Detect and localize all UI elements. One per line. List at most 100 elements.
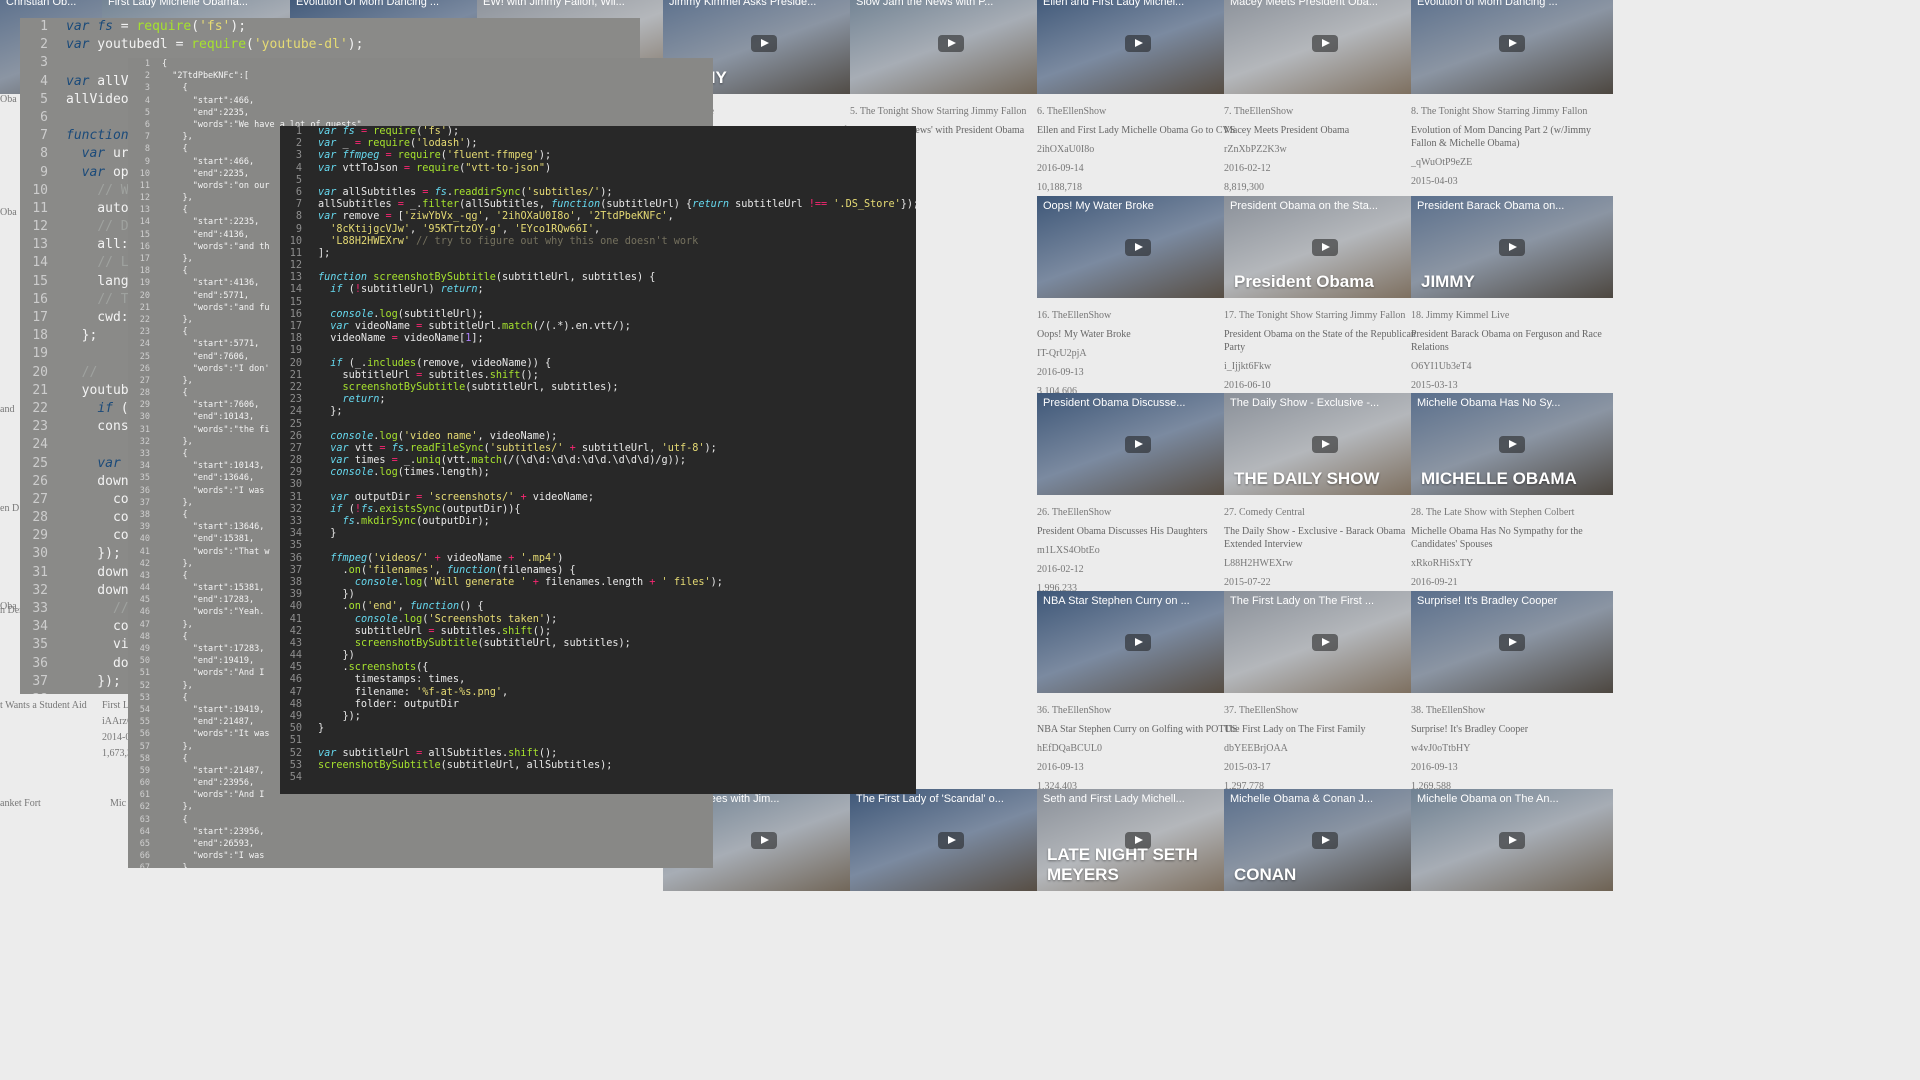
play-icon[interactable] [1312, 832, 1338, 849]
play-icon[interactable] [751, 832, 777, 849]
play-icon[interactable] [1499, 239, 1525, 256]
code-line[interactable]: 54 [280, 772, 916, 784]
code-line[interactable]: 37 .on('filenames', function(filenames) … [280, 565, 916, 577]
code-line[interactable]: 11]; [280, 248, 916, 260]
video-card[interactable]: President Obama on the Sta... President O… [1224, 196, 1426, 417]
video-thumbnail[interactable]: Michelle Obama on The An... [1411, 789, 1613, 891]
code-line[interactable]: 44 }) [280, 650, 916, 662]
video-card[interactable]: Macey Meets President Oba... 7. TheEllenS… [1224, 0, 1426, 200]
code-line[interactable]: 66 "words":"I was [128, 850, 713, 862]
code-line[interactable]: 2 "2TtdPbeKNFc":[ [128, 70, 713, 82]
code-line[interactable]: 64 "start":23956, [128, 826, 713, 838]
code-line[interactable]: 5 "end":2235, [128, 107, 713, 119]
code-line[interactable]: 3 var ffmpeg = require('fluent-ffmpeg'); [280, 150, 916, 162]
code-line[interactable]: 32 if (!fs.existsSync(outputDir)){ [280, 504, 916, 516]
play-icon[interactable] [938, 832, 964, 849]
code-line[interactable]: 34 } [280, 528, 916, 540]
code-line[interactable]: 43 screenshotBySubtitle(subtitleUrl, sub… [280, 638, 916, 650]
code-line[interactable]: 50} [280, 723, 916, 735]
code-line[interactable]: 4 "start":466, [128, 95, 713, 107]
code-line[interactable]: 46 timestamps: times, [280, 674, 916, 686]
code-line[interactable]: 51 [280, 735, 916, 747]
code-line[interactable]: 21 subtitleUrl = subtitles.shift(); [280, 370, 916, 382]
code-line[interactable]: 65 "end":26593, [128, 838, 713, 850]
code-line[interactable]: 24 }; [280, 406, 916, 418]
video-thumbnail[interactable]: Seth and First Lady Michell... LATE NIGHT… [1037, 789, 1239, 891]
code-line[interactable]: 33 fs.mkdirSync(outputDir); [280, 516, 916, 528]
play-icon[interactable] [1125, 436, 1151, 453]
video-card[interactable]: The First Lady of 'Scandal' o... [850, 789, 1052, 902]
code-line[interactable]: 42 subtitleUrl = subtitles.shift(); [280, 626, 916, 638]
video-thumbnail[interactable]: Evolution of Mom Dancing ... [1411, 0, 1613, 94]
code-line[interactable]: 1{ [128, 58, 713, 70]
play-icon[interactable] [938, 35, 964, 52]
video-card[interactable]: Michelle Obama on The An... [1411, 789, 1613, 902]
video-thumbnail[interactable]: The First Lady of 'Scandal' o... [850, 789, 1052, 891]
code-line[interactable]: 40 .on('end', function() { [280, 601, 916, 613]
play-icon[interactable] [1499, 634, 1525, 651]
code-line[interactable]: 16 console.log(subtitleUrl); [280, 309, 916, 321]
video-card[interactable]: President Barack Obama on... JIMMY 18. Jim… [1411, 196, 1613, 417]
video-thumbnail[interactable]: The First Lady on The First ... [1224, 591, 1426, 693]
video-thumbnail[interactable]: Slow Jam the News with P... [850, 0, 1052, 94]
code-line[interactable]: 9 '8cKtijgcVJw', '95KTrtzOY-g', 'EYco1RQ… [280, 224, 916, 236]
play-icon[interactable] [1125, 239, 1151, 256]
code-line[interactable]: 30 [280, 479, 916, 491]
code-line[interactable]: 26 console.log('video name', videoName); [280, 431, 916, 443]
code-line[interactable]: 39 }) [280, 589, 916, 601]
play-icon[interactable] [1312, 436, 1338, 453]
code-line[interactable]: 1 var fs = require('fs'); [280, 126, 916, 138]
play-icon[interactable] [1125, 35, 1151, 52]
video-thumbnail[interactable]: The Daily Show - Exclusive -... THE DAILY… [1224, 393, 1426, 495]
video-thumbnail[interactable]: Michelle Obama Has No Sy... MICHELLE OBAM… [1411, 393, 1613, 495]
video-card[interactable]: The First Lady on The First ... 37. TheEl… [1224, 591, 1426, 799]
play-icon[interactable] [1499, 832, 1525, 849]
code-line[interactable]: 14 if (!subtitleUrl) return; [280, 284, 916, 296]
code-line[interactable]: 2 var youtubedl = require('youtube-dl'); [20, 36, 640, 54]
code-line[interactable]: 15 [280, 297, 916, 309]
play-icon[interactable] [751, 35, 777, 52]
code-line[interactable]: 47 filename: '%f-at-%s.png', [280, 687, 916, 699]
code-line[interactable]: 23 return; [280, 394, 916, 406]
code-line[interactable]: 10 'L88H2HWEXrw' // try to figure out wh… [280, 236, 916, 248]
code-line[interactable]: 63 { [128, 814, 713, 826]
video-card[interactable]: Seth and First Lady Michell... LATE NIGHT… [1037, 789, 1239, 902]
play-icon[interactable] [1499, 35, 1525, 52]
editor-screenshot-script[interactable]: 1 var fs = require('fs'); 2 var _ = require… [280, 126, 916, 794]
video-card[interactable]: President Obama Discusse... 26. TheEllenS… [1037, 393, 1239, 601]
code-line[interactable]: 20 if (_.includes(remove, videoName)) { [280, 358, 916, 370]
video-thumbnail[interactable]: Oops! My Water Broke [1037, 196, 1239, 298]
code-line[interactable]: 4 var vttToJson = require("vtt-to-json") [280, 163, 916, 175]
code-line[interactable]: 18 videoName = videoName[1]; [280, 333, 916, 345]
code-line[interactable]: 41 console.log('Screenshots taken'); [280, 614, 916, 626]
video-thumbnail[interactable]: President Obama Discusse... [1037, 393, 1239, 495]
code-line[interactable]: 67 }, [128, 862, 713, 868]
video-card[interactable]: Michelle Obama Has No Sy... MICHELLE OBAM… [1411, 393, 1613, 614]
play-icon[interactable] [1312, 239, 1338, 256]
video-thumbnail[interactable]: Michelle Obama & Conan J... CONAN [1224, 789, 1426, 891]
video-card[interactable]: Surprise! It's Bradley Cooper 38. TheElle… [1411, 591, 1613, 799]
code-line[interactable]: 13 function screenshotBySubtitle(subtitle… [280, 272, 916, 284]
code-line[interactable]: 35 [280, 540, 916, 552]
play-icon[interactable] [1312, 634, 1338, 651]
code-line[interactable]: 12 [280, 260, 916, 272]
video-card[interactable]: The Daily Show - Exclusive -... THE DAILY… [1224, 393, 1426, 614]
video-card[interactable]: NBA Star Stephen Curry on ... 36. TheElle… [1037, 591, 1239, 799]
code-line[interactable]: 19 [280, 345, 916, 357]
code-line[interactable]: 22 screenshotBySubtitle(subtitleUrl, sub… [280, 382, 916, 394]
video-thumbnail[interactable]: Surprise! It's Bradley Cooper [1411, 591, 1613, 693]
code-line[interactable]: 49 }); [280, 711, 916, 723]
code-line[interactable]: 7 allSubtitles = _.filter(allSubtitles, f… [280, 199, 916, 211]
video-thumbnail[interactable]: Macey Meets President Oba... [1224, 0, 1426, 94]
code-line[interactable]: 8 var remove = ['ziwYbVx_-qg', '2ihOXaU0I… [280, 211, 916, 223]
play-icon[interactable] [1125, 634, 1151, 651]
code-line[interactable]: 45 .screenshots({ [280, 662, 916, 674]
code-line[interactable]: 62 }, [128, 801, 713, 813]
code-line[interactable]: 38 console.log('Will generate ' + filena… [280, 577, 916, 589]
video-thumbnail[interactable]: Ellen and First Lady Michel... [1037, 0, 1239, 94]
code-line[interactable]: 31 var outputDir = 'screenshots/' + vide… [280, 492, 916, 504]
code-line[interactable]: 36 ffmpeg('videos/' + videoName + '.mp4'… [280, 553, 916, 565]
code-line[interactable]: 29 console.log(times.length); [280, 467, 916, 479]
video-card[interactable]: Evolution of Mom Dancing ... 8. The Tonig… [1411, 0, 1613, 213]
code-line[interactable]: 6 var allSubtitles = fs.readdirSync('subt… [280, 187, 916, 199]
